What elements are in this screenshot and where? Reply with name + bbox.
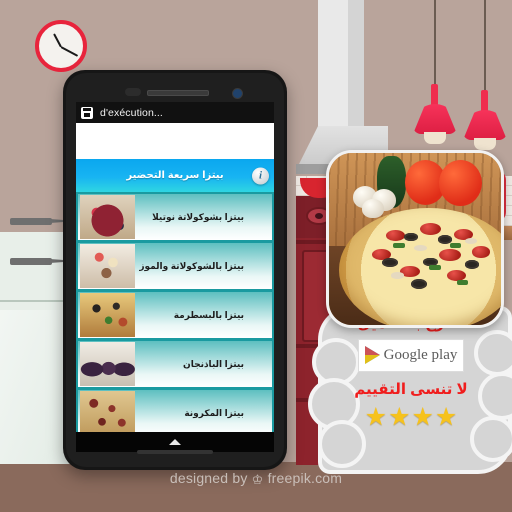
ad-banner-area[interactable] bbox=[76, 123, 274, 159]
recipe-thumbnail bbox=[80, 391, 135, 432]
phone-earpiece bbox=[125, 88, 141, 96]
star-icon[interactable]: ★ bbox=[412, 405, 434, 430]
fridge-handle-top bbox=[10, 218, 52, 225]
lamp-cord bbox=[434, 0, 436, 86]
list-item[interactable]: بيتزا بالشوكولاتة والموز bbox=[78, 243, 272, 289]
google-play-triangle-icon bbox=[364, 346, 380, 364]
screenshot-root: d'exécution... بيتزا سريعة التحضير i بيت… bbox=[0, 0, 512, 512]
lamp-bulb bbox=[424, 132, 446, 144]
pizza-app-icon[interactable] bbox=[326, 150, 504, 328]
list-item[interactable]: بيتزا بشوكولاتة نوتيلا bbox=[78, 194, 272, 240]
star-icon[interactable]: ★ bbox=[388, 405, 410, 430]
lamp-cord bbox=[484, 0, 486, 92]
app-title-bar: d'exécution... bbox=[76, 102, 274, 123]
freepik-credit: designed by ♔ freepik.com bbox=[0, 470, 512, 488]
clock-minute-hand bbox=[60, 46, 79, 57]
phone-speaker-grille bbox=[147, 90, 209, 96]
star-icon[interactable]: ★ bbox=[365, 405, 387, 430]
phone-screen: d'exécution... بيتزا سريعة التحضير i بيت… bbox=[76, 102, 274, 432]
rating-cta-text: لا تنسى التقييم bbox=[354, 380, 468, 398]
lamp-neck bbox=[431, 84, 438, 106]
recipe-thumbnail bbox=[80, 293, 135, 337]
icon-tomato bbox=[439, 159, 483, 207]
app-title: d'exécution... bbox=[100, 106, 163, 119]
list-item[interactable]: بيتزا المكرونة bbox=[78, 390, 272, 432]
chevron-up-icon[interactable] bbox=[169, 439, 181, 445]
credit-site: freepik.com bbox=[267, 470, 343, 486]
list-item[interactable]: بيتزا الباذنجان bbox=[78, 341, 272, 387]
lamp-neck bbox=[481, 90, 488, 112]
wall-clock bbox=[35, 20, 87, 72]
recipe-thumbnail bbox=[80, 342, 135, 386]
app-jar-icon bbox=[81, 106, 93, 119]
fridge-handle-bottom bbox=[10, 258, 52, 265]
icon-mushroom bbox=[361, 199, 385, 219]
crown-icon: ♔ bbox=[251, 472, 264, 487]
recipe-thumbnail bbox=[80, 195, 135, 239]
recipe-list[interactable]: بيتزا بشوكولاتة نوتيلا بيتزا بالشوكولاتة… bbox=[76, 192, 274, 432]
rating-stars[interactable]: ★ ★ ★ ★ bbox=[365, 405, 458, 430]
list-item[interactable]: بيتزا بالبسطرمة bbox=[78, 292, 272, 338]
system-navigation-bar[interactable] bbox=[76, 432, 274, 452]
section-header-title: بيتزا سريعة التحضير bbox=[126, 170, 224, 181]
phone-device: d'exécution... بيتزا سريعة التحضير i بيت… bbox=[63, 70, 287, 470]
credit-prefix: designed by bbox=[169, 470, 248, 486]
google-play-label: Google play bbox=[383, 346, 458, 363]
front-camera-icon bbox=[232, 88, 243, 99]
range-hood-chimney-shade bbox=[348, 0, 364, 126]
section-header: بيتزا سريعة التحضير i bbox=[76, 159, 274, 192]
star-icon[interactable]: ★ bbox=[435, 405, 457, 430]
google-play-badge[interactable]: Google play bbox=[358, 338, 464, 372]
info-icon[interactable]: i bbox=[252, 167, 269, 184]
promo-content: سارع بالتحميل Google play لا تنسى التقيي… bbox=[322, 310, 500, 462]
phone-chin-bar bbox=[137, 450, 213, 454]
icon-pizza bbox=[339, 208, 501, 325]
lamp-bulb bbox=[474, 138, 496, 150]
recipe-thumbnail bbox=[80, 244, 135, 288]
